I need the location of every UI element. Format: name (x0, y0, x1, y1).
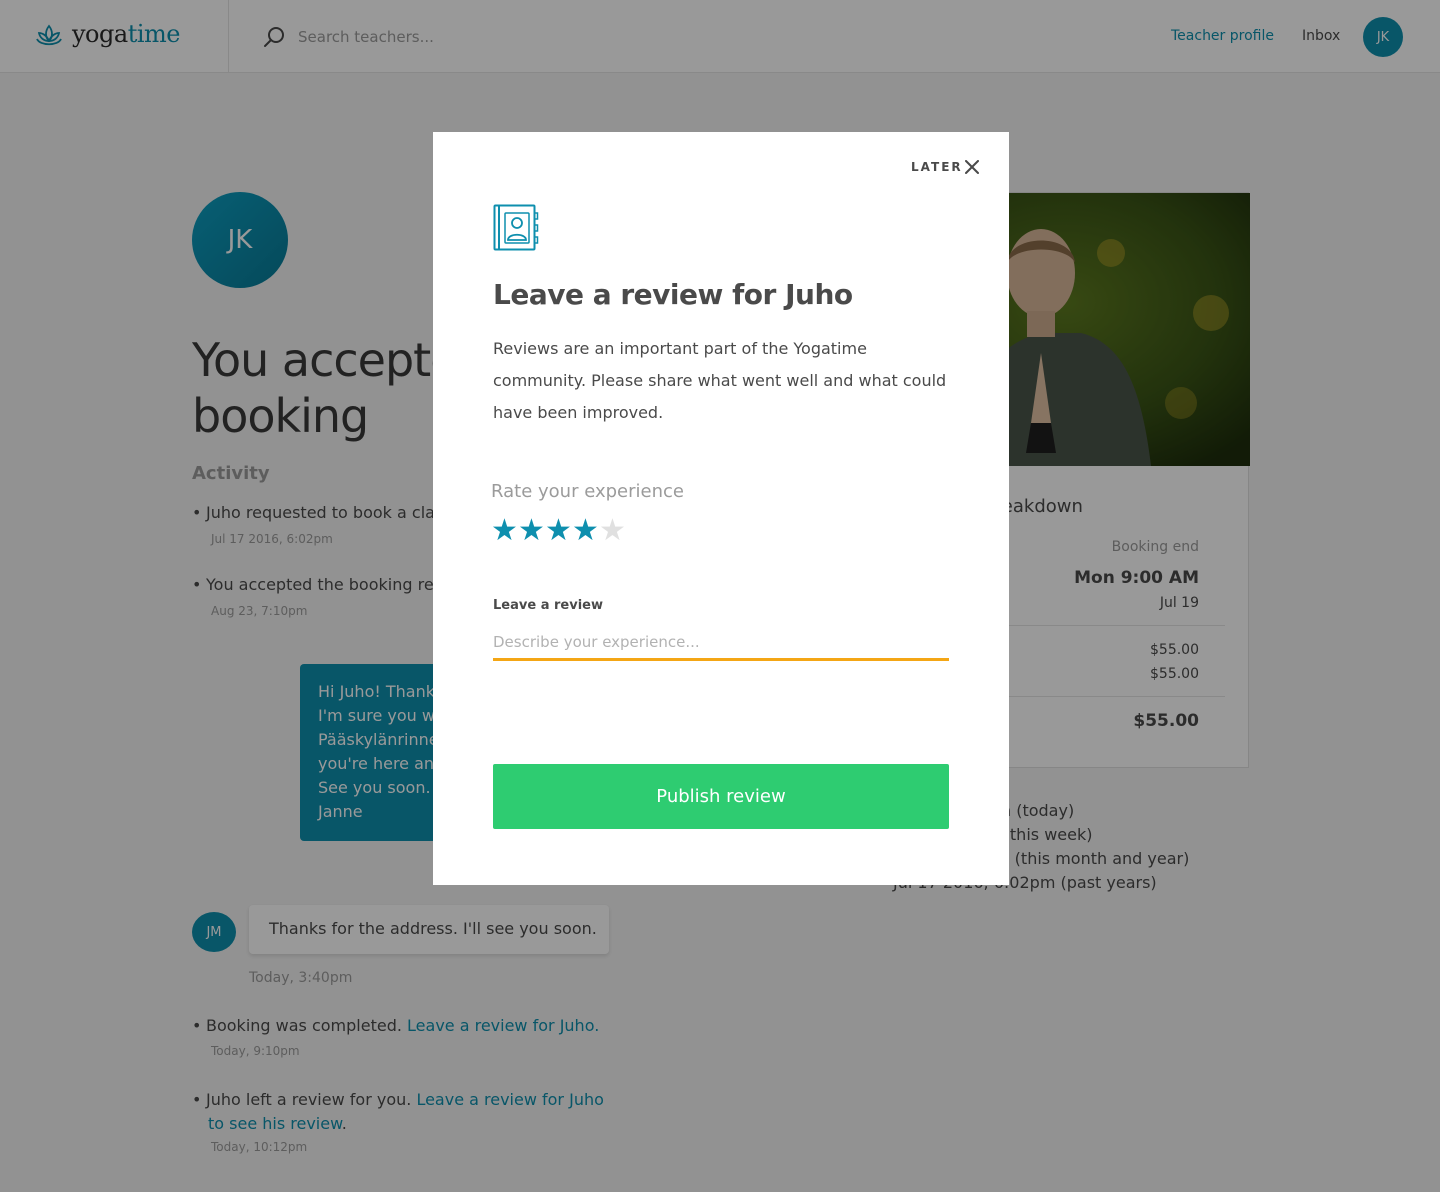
star-icon[interactable]: ★ (518, 516, 545, 546)
rate-label: Rate your experience (491, 481, 684, 502)
modal-description: Reviews are an important part of the Yog… (493, 339, 947, 422)
star-icon[interactable]: ★ (491, 516, 518, 546)
close-icon[interactable] (965, 159, 979, 178)
modal-title: Leave a review for Juho (493, 278, 853, 311)
publish-review-button[interactable]: Publish review (493, 764, 949, 829)
later-button[interactable]: LATER (911, 160, 963, 174)
star-rating[interactable]: ★ ★ ★ ★ ★ (491, 516, 626, 546)
star-icon[interactable]: ★ (572, 516, 599, 546)
review-modal: LATER Leave a review for Juho Reviews ar… (433, 132, 1009, 885)
contact-book-icon (493, 204, 539, 256)
review-field-label: Leave a review (493, 598, 603, 613)
star-icon[interactable]: ★ (545, 516, 572, 546)
star-icon[interactable]: ★ (599, 516, 626, 546)
review-input[interactable] (493, 625, 949, 661)
